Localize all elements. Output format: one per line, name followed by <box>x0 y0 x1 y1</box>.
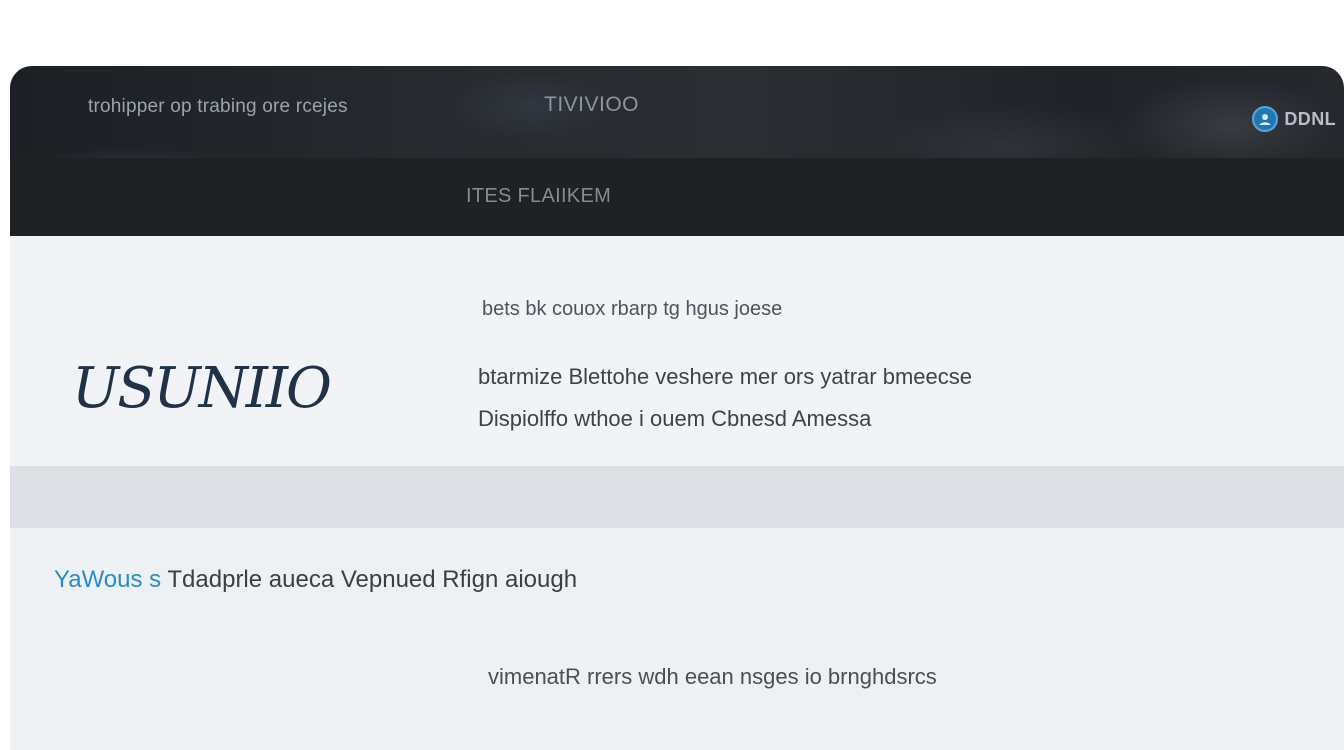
footer-note: vimenatR rrers wdh eean nsges io brnghds… <box>488 664 937 689</box>
user-avatar-icon[interactable] <box>1252 106 1279 132</box>
hero-description-line-1: btarmize Blettohe veshere mer ors yatrar… <box>478 364 972 389</box>
hero-description-line-2: Dispiolffo wthoe i ouem Cbnesd Amessa <box>478 406 872 431</box>
logo-wordmark: USUNIIO <box>72 356 332 421</box>
nav-item[interactable]: ITES FLAIIKEM <box>466 185 611 208</box>
app-window: trohipper op trabing ore rcejes TIVIVIOO… <box>10 66 1344 750</box>
nav-bar: ITES FLAIIKEM <box>10 158 1344 236</box>
hero-section: USUNIIO bets bk couox rbarp tg hgus joes… <box>10 236 1344 466</box>
callout-text[interactable]: Tdadprle aueca Vepnued Rfign aiough <box>161 566 577 593</box>
header-brand[interactable]: TIVIVIOO <box>544 93 639 117</box>
header-tagline: trohipper op trabing ore rcejes <box>88 96 348 117</box>
account-label[interactable]: DDNL <box>1284 109 1336 130</box>
content-section: YaWous s Tdadprle aueca Vepnued Rfign ai… <box>10 528 1344 750</box>
hero-intro: bets bk couox rbarp tg hgus joese <box>482 298 783 320</box>
header: trohipper op trabing ore rcejes TIVIVIOO… <box>10 66 1344 236</box>
account-menu[interactable]: DDNL <box>1252 106 1336 132</box>
section-divider <box>10 466 1344 528</box>
callout-accent-text[interactable]: YaWous s <box>54 566 161 593</box>
callout-link[interactable]: YaWous s Tdadprle aueca Vepnued Rfign ai… <box>54 566 577 594</box>
header-top-row: trohipper op trabing ore rcejes TIVIVIOO… <box>10 66 1344 158</box>
